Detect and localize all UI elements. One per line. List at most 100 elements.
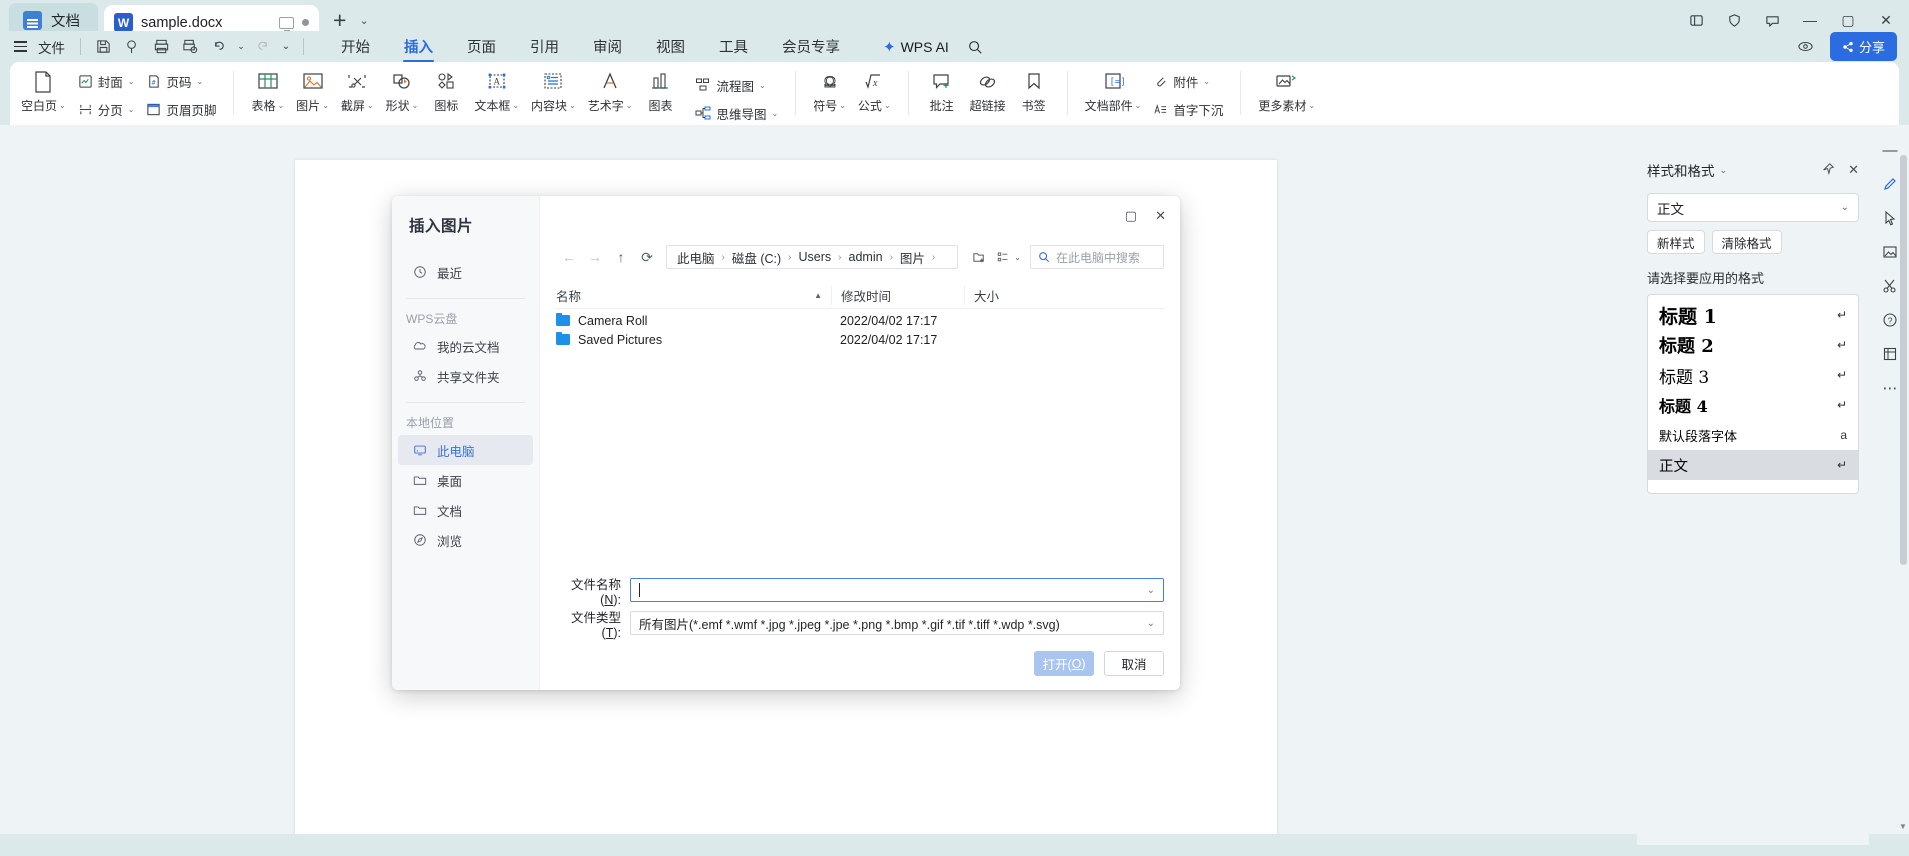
eye-icon[interactable] <box>1791 34 1820 60</box>
insert-flowchart-button[interactable]: 流程图 ⌄ <box>689 73 784 98</box>
filename-input[interactable]: ⌄ <box>630 578 1164 602</box>
insert-symbol-button[interactable]: Ω 符号 ⌄ <box>807 67 852 121</box>
insert-mindmap-button[interactable]: 思维导图 ⌄ <box>689 101 784 126</box>
insert-cover-button[interactable]: 封面 ⌄ <box>72 69 141 94</box>
breadcrumb[interactable]: 此电脑 › 磁盘 (C:) › Users › admin › 图片 › <box>666 245 958 269</box>
file-menu[interactable]: 文件 <box>31 31 72 62</box>
breadcrumb-item-disk-c[interactable]: 磁盘 (C:) <box>730 248 783 267</box>
insert-doc-parts-button[interactable]: [=] 文档部件 ⌄ <box>1079 67 1148 121</box>
column-header-modified[interactable]: 修改时间 <box>831 286 964 305</box>
sidebar-item-recent[interactable]: 最近 <box>398 257 533 287</box>
cancel-button[interactable]: 取消 <box>1104 651 1164 676</box>
new-tab-button[interactable]: + <box>333 7 346 34</box>
open-button[interactable]: 打开(O) <box>1034 651 1094 676</box>
pin-icon[interactable] <box>1821 162 1835 178</box>
sidebar-item-browse[interactable]: 浏览 <box>398 525 533 555</box>
save-icon[interactable] <box>89 34 118 60</box>
more-materials-button[interactable]: 更多素材 ⌄ <box>1252 67 1321 121</box>
dialog-close-button[interactable]: ✕ <box>1155 208 1166 224</box>
column-header-name[interactable]: 名称 ▲ <box>556 286 831 305</box>
breadcrumb-item-pictures[interactable]: 图片 <box>898 248 927 267</box>
tab-gongju[interactable]: 工具 <box>702 31 765 62</box>
table-row[interactable]: Camera Roll 2022/04/02 17:17 <box>556 311 1164 330</box>
style-item-heading4[interactable]: 标题 4 ↵ <box>1648 390 1858 420</box>
insert-wordart-button[interactable]: 艺术字 ⌄ <box>582 67 639 121</box>
undo-icon[interactable] <box>205 34 234 60</box>
tab-shitu[interactable]: 视图 <box>639 31 702 62</box>
refresh-button[interactable]: ⟳ <box>634 244 660 270</box>
insert-formula-button[interactable]: x 公式 ⌄ <box>852 67 897 121</box>
breadcrumb-item-admin[interactable]: admin <box>847 250 885 264</box>
style-item-heading1[interactable]: 标题 1 ↵ <box>1648 300 1858 330</box>
close-icon[interactable]: ✕ <box>1848 162 1859 178</box>
styles-list[interactable]: 标题 1 ↵ 标题 2 ↵ 标题 3 ↵ 标题 4 ↵ 默认段落字体 a 正文 … <box>1647 294 1859 494</box>
wps-ai-button[interactable]: ✦ WPS AI <box>883 38 949 56</box>
scissors-icon[interactable] <box>1875 271 1905 301</box>
breadcrumb-item-users[interactable]: Users <box>797 250 834 264</box>
new-style-button[interactable]: 新样式 <box>1647 230 1705 254</box>
insert-blank-page-button[interactable]: 空白页 ⌄ <box>15 67 72 121</box>
filetype-select[interactable]: 所有图片(*.emf *.wmf *.jpg *.jpeg *.jpe *.pn… <box>630 611 1164 635</box>
customize-quick-access-icon[interactable]: ⌄ <box>277 34 295 60</box>
insert-drop-cap-button[interactable]: 首字下沉 <box>1147 97 1229 122</box>
global-search-icon[interactable] <box>961 34 990 60</box>
insert-shapes-button[interactable]: 形状 ⌄ <box>380 67 425 121</box>
tab-list-caret-icon[interactable]: ⌄ <box>359 14 368 27</box>
print-icon[interactable] <box>147 34 176 60</box>
clear-format-button[interactable]: 清除格式 <box>1711 230 1782 254</box>
sidebar-item-my-cloud-docs[interactable]: 我的云文档 <box>398 331 533 361</box>
insert-attachment-button[interactable]: 附件 ⌄ <box>1147 69 1229 94</box>
insert-header-footer-button[interactable]: 页眉页脚 <box>140 97 222 122</box>
image-tool-icon[interactable] <box>1875 237 1905 267</box>
dialog-maximize-button[interactable]: ▢ <box>1125 208 1137 224</box>
insert-hyperlink-button[interactable]: 超链接 <box>964 67 1012 121</box>
minimize-pane-icon[interactable]: — <box>1875 135 1905 165</box>
presentation-icon[interactable] <box>279 16 294 32</box>
sidebar-item-desktop[interactable]: 桌面 <box>398 465 533 495</box>
insert-comment-button[interactable]: 批注 <box>920 67 964 121</box>
insert-page-break-button[interactable]: 分页 ⌄ <box>72 97 141 122</box>
pen-icon[interactable] <box>1875 169 1905 199</box>
search-input[interactable]: 在此电脑中搜索 <box>1030 245 1164 269</box>
more-icon[interactable]: ⋯ <box>1875 373 1905 403</box>
cursor-icon[interactable] <box>1875 203 1905 233</box>
breadcrumb-item-this-pc[interactable]: 此电脑 <box>675 248 717 267</box>
sidebar-item-shared-folder[interactable]: 共享文件夹 <box>398 361 533 391</box>
sidebar-item-this-pc[interactable]: 此电脑 <box>398 435 533 465</box>
new-folder-icon[interactable] <box>966 244 992 270</box>
redo-icon[interactable] <box>248 34 277 60</box>
chevron-down-icon[interactable]: ⌄ <box>1147 585 1155 596</box>
forward-button[interactable]: → <box>582 244 608 270</box>
style-item-heading2[interactable]: 标题 2 ↵ <box>1648 330 1858 360</box>
print-preview-icon[interactable] <box>176 34 205 60</box>
column-header-size[interactable]: 大小 <box>964 286 1024 305</box>
insert-page-number-button[interactable]: # 页码 ⌄ <box>140 69 222 94</box>
style-item-heading3[interactable]: 标题 3 ↵ <box>1648 360 1858 390</box>
frame-icon[interactable] <box>1875 339 1905 369</box>
tab-huiyuanzhuanxiang[interactable]: 会员专享 <box>765 31 857 62</box>
style-item-default-paragraph-font[interactable]: 默认段落字体 a <box>1648 420 1858 450</box>
menu-hamburger-icon[interactable] <box>14 41 27 52</box>
chevron-down-icon[interactable]: ⌄ <box>1147 618 1155 629</box>
up-button[interactable]: ↑ <box>608 244 634 270</box>
insert-textbox-button[interactable]: A 文本框 ⌄ <box>468 67 525 121</box>
tab-charu[interactable]: 插入 <box>387 31 450 62</box>
scroll-down-button[interactable]: ▼ <box>1897 820 1909 832</box>
tab-shenyue[interactable]: 审阅 <box>576 31 639 62</box>
table-row[interactable]: Saved Pictures 2022/04/02 17:17 <box>556 330 1164 349</box>
insert-picture-button[interactable]: 图片 ⌄ <box>290 67 335 121</box>
tab-yemian[interactable]: 页面 <box>450 31 513 62</box>
tab-close-dot-icon[interactable] <box>302 19 309 26</box>
back-button[interactable]: ← <box>556 244 582 270</box>
share-button[interactable]: 分享 <box>1829 32 1897 61</box>
insert-content-block-button[interactable]: 内容块 ⌄ <box>525 67 582 121</box>
file-list[interactable]: Camera Roll 2022/04/02 17:17 Saved Pictu… <box>556 311 1164 349</box>
screenshot-button[interactable]: 截屏 ⌄ <box>335 67 380 121</box>
insert-chart-button[interactable]: 图表 <box>638 67 682 121</box>
view-options-icon[interactable]: ⌄ <box>994 244 1024 270</box>
help-icon[interactable]: ? <box>1875 305 1905 335</box>
style-item-body-text[interactable]: 正文 ↵ <box>1648 450 1858 480</box>
current-style-select[interactable]: 正文 ⌄ <box>1647 193 1859 222</box>
chevron-down-icon[interactable]: ⌄ <box>1720 165 1728 176</box>
sidebar-item-documents[interactable]: 文档 <box>398 495 533 525</box>
